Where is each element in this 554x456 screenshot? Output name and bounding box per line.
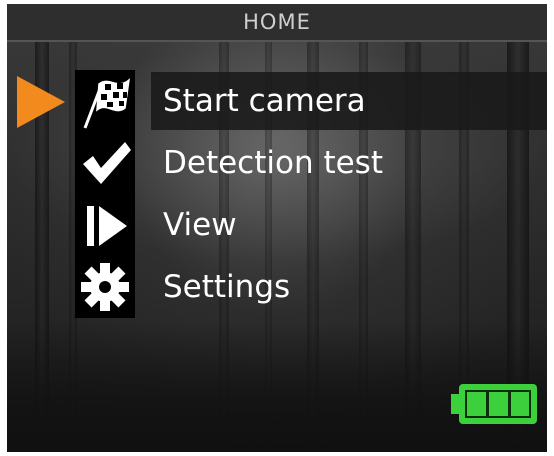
gear-icon bbox=[75, 256, 135, 318]
menu-item-view[interactable]: View bbox=[7, 194, 547, 256]
page-title: HOME bbox=[243, 10, 311, 34]
menu-item-detection-test[interactable]: Detection test bbox=[7, 132, 547, 194]
checkered-flag-icon bbox=[75, 70, 135, 132]
battery-icon bbox=[451, 384, 537, 424]
battery-level-bar bbox=[511, 392, 529, 416]
menu-item-label: View bbox=[163, 207, 237, 243]
play-icon bbox=[75, 194, 135, 256]
menu-item-label: Start camera bbox=[163, 83, 366, 119]
title-bar: HOME bbox=[7, 4, 547, 42]
menu-item-label: Detection test bbox=[163, 145, 383, 181]
menu-item-start-camera[interactable]: Start camera bbox=[7, 70, 547, 132]
camera-screen: HOME Start camera Detection test View Se… bbox=[7, 4, 547, 452]
menu-item-label: Settings bbox=[163, 269, 291, 305]
battery-level-bar bbox=[489, 392, 508, 416]
battery-level-bar bbox=[467, 392, 486, 416]
menu-item-settings[interactable]: Settings bbox=[7, 256, 547, 318]
checkmark-icon bbox=[75, 132, 135, 194]
